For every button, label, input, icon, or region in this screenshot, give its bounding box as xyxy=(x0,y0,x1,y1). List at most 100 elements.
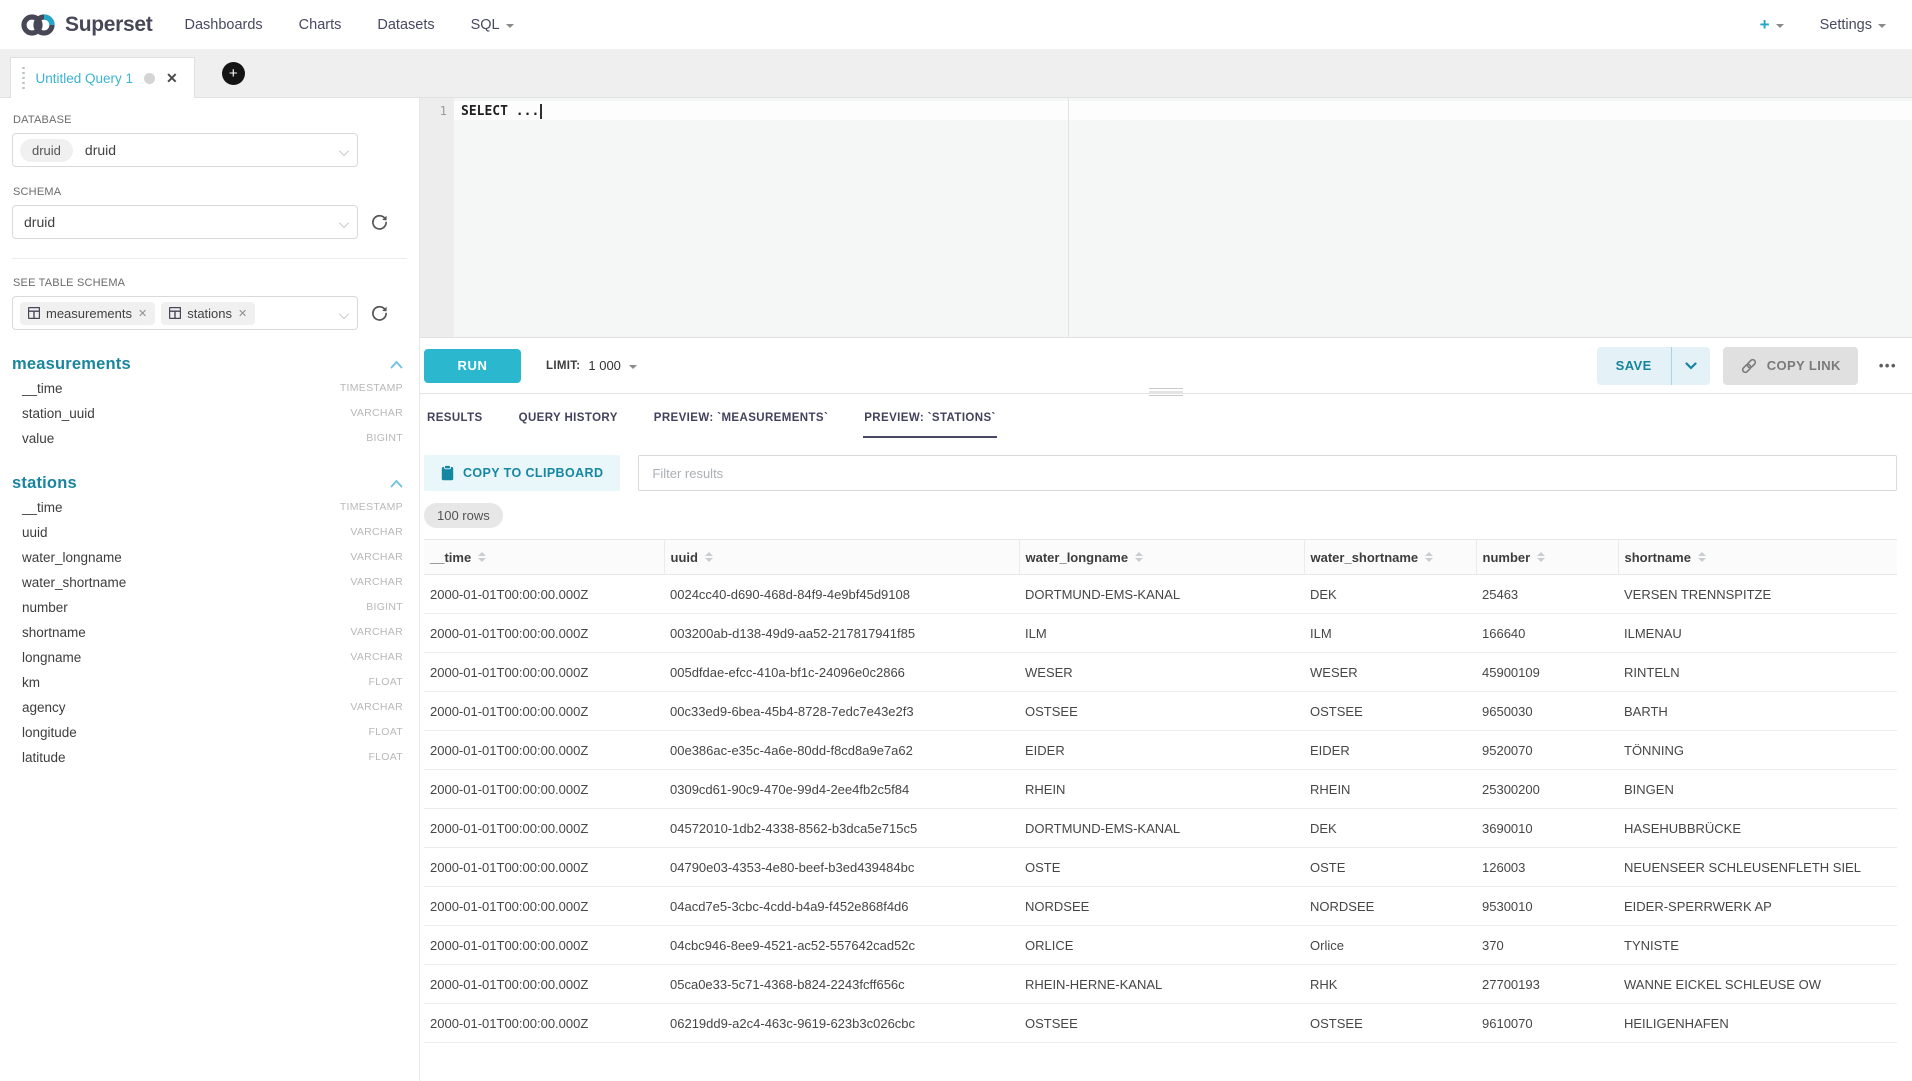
nav-item-dashboards[interactable]: Dashboards xyxy=(184,17,262,33)
column-name: station_uuid xyxy=(22,406,95,421)
table-cell: RINTELN xyxy=(1618,653,1897,692)
save-options-button[interactable] xyxy=(1672,347,1710,385)
sort-desc-icon xyxy=(705,558,713,562)
text-cursor xyxy=(540,104,542,119)
column-name: number xyxy=(22,600,68,615)
table-row: 2000-01-01T00:00:00.000Z005dfdae-efcc-41… xyxy=(424,653,1897,692)
column-header-shortname[interactable]: shortname xyxy=(1618,540,1897,575)
sort-desc-icon xyxy=(478,558,486,562)
sort-icon[interactable] xyxy=(478,552,486,562)
table-cell: 2000-01-01T00:00:00.000Z xyxy=(424,575,664,614)
column-header-label: shortname xyxy=(1625,550,1691,565)
schema-select-value: druid xyxy=(24,214,55,230)
table-cell: 04cbc946-8ee9-4521-ac52-557642cad52c xyxy=(664,926,1019,965)
new-item-menu-label: + xyxy=(1760,15,1770,35)
copy-link-button[interactable]: COPY LINK xyxy=(1723,347,1858,385)
results-tab-query-history[interactable]: QUERY HISTORY xyxy=(518,406,619,438)
navbar-right: + Settings xyxy=(1760,15,1886,35)
sort-icon[interactable] xyxy=(705,552,713,562)
table-icon xyxy=(169,307,181,319)
nav-item-charts[interactable]: Charts xyxy=(299,17,342,33)
schema-header-stations[interactable]: stations xyxy=(12,474,407,493)
database-engine-badge: druid xyxy=(20,139,73,162)
query-tab-strip: Untitled Query 1 ✕ + xyxy=(0,50,1912,98)
nav-item-datasets[interactable]: Datasets xyxy=(377,17,434,33)
table-row: 2000-01-01T00:00:00.000Z06219dd9-a2c4-46… xyxy=(424,1004,1897,1043)
editor-code-area[interactable]: SELECT ... xyxy=(454,98,1912,337)
save-button[interactable]: SAVE xyxy=(1597,347,1671,385)
schema-select[interactable]: druid xyxy=(12,205,358,239)
caret-down-icon xyxy=(1776,24,1784,28)
table-cell: 126003 xyxy=(1476,848,1618,887)
run-query-button[interactable]: RUN xyxy=(424,349,521,383)
table-cell: TYNISTE xyxy=(1618,926,1897,965)
column-type: FLOAT xyxy=(368,751,403,763)
results-tab-preview-stations[interactable]: PREVIEW: `STATIONS` xyxy=(863,406,997,438)
table-chip-measurements[interactable]: measurements✕ xyxy=(20,302,155,325)
table-chip-label: stations xyxy=(187,306,232,321)
table-schema-select[interactable]: measurements✕ stations ✕ xyxy=(12,296,358,330)
schema-header-measurements[interactable]: measurements xyxy=(12,355,407,374)
sort-asc-icon xyxy=(1425,552,1433,556)
save-query-split-button[interactable]: SAVE xyxy=(1597,347,1710,385)
copy-to-clipboard-button[interactable]: COPY TO CLIPBOARD xyxy=(424,455,620,491)
schema-column-row: longnameVARCHAR xyxy=(12,646,407,668)
filter-results-input[interactable] xyxy=(638,455,1897,491)
new-item-menu[interactable]: + xyxy=(1760,15,1784,35)
schema-column-row: __time TIMESTAMP xyxy=(12,496,407,518)
remove-chip-icon[interactable]: ✕ xyxy=(238,307,247,320)
chevron-up-icon[interactable] xyxy=(390,479,403,488)
sort-icon[interactable] xyxy=(1135,552,1143,562)
table-schema-list: measurements__timeTIMESTAMPstation_uuidV… xyxy=(12,355,407,768)
column-type: TIMESTAMP xyxy=(340,382,403,394)
query-tab-untitled-query-1[interactable]: Untitled Query 1 ✕ xyxy=(10,57,195,98)
table-cell: 166640 xyxy=(1476,614,1618,653)
schema-column-row: uuidVARCHAR xyxy=(12,521,407,543)
schema-column-row: longitudeFLOAT xyxy=(12,721,407,743)
column-name: __time xyxy=(22,500,63,515)
pane-resize-handle[interactable] xyxy=(1149,388,1183,396)
database-select[interactable]: druid druid xyxy=(12,133,358,167)
column-header-water-longname[interactable]: water_longname xyxy=(1019,540,1304,575)
column-type: TIMESTAMP xyxy=(340,501,403,513)
results-tab-results[interactable]: RESULTS xyxy=(426,406,484,438)
table-chip-stations[interactable]: stations ✕ xyxy=(161,302,255,325)
column-name: water_shortname xyxy=(22,575,126,590)
close-tab-icon[interactable]: ✕ xyxy=(166,71,178,85)
brand-name: Superset xyxy=(65,13,152,37)
column-header-time[interactable]: __time xyxy=(424,540,664,575)
table-cell: HEILIGENHAFEN xyxy=(1618,1004,1897,1043)
superset-logo[interactable]: Superset xyxy=(20,10,152,40)
table-cell: WESER xyxy=(1304,653,1476,692)
refresh-tables-button[interactable] xyxy=(367,301,391,325)
table-cell: ILM xyxy=(1304,614,1476,653)
column-name: shortname xyxy=(22,625,86,640)
table-row: 2000-01-01T00:00:00.000Z00e386ac-e35c-4a… xyxy=(424,731,1897,770)
table-row: 2000-01-01T00:00:00.000Z00c33ed9-6bea-45… xyxy=(424,692,1897,731)
column-type: FLOAT xyxy=(368,726,403,738)
sql-editor[interactable]: 1 SELECT ... xyxy=(420,98,1912,338)
nav-item-settings[interactable]: Settings xyxy=(1820,17,1886,33)
table-cell: NORDSEE xyxy=(1304,887,1476,926)
tab-drag-handle-icon[interactable] xyxy=(22,67,25,90)
column-header-water-shortname[interactable]: water_shortname xyxy=(1304,540,1476,575)
column-name: longname xyxy=(22,650,81,665)
refresh-schemas-button[interactable] xyxy=(367,210,391,234)
limit-dropdown[interactable]: LIMIT: 1 000 xyxy=(546,358,637,373)
column-header-number[interactable]: number xyxy=(1476,540,1618,575)
new-query-tab-button[interactable]: + xyxy=(222,62,245,85)
results-tab-preview-measurements[interactable]: PREVIEW: `MEASUREMENTS` xyxy=(653,406,829,438)
sort-icon[interactable] xyxy=(1425,552,1433,562)
table-cell: 9520070 xyxy=(1476,731,1618,770)
column-header-uuid[interactable]: uuid xyxy=(664,540,1019,575)
chevron-up-icon[interactable] xyxy=(390,360,403,369)
remove-chip-icon[interactable]: ✕ xyxy=(138,307,147,320)
more-actions-button[interactable]: ••• xyxy=(1879,358,1897,373)
copy-link-label: COPY LINK xyxy=(1767,358,1841,373)
sort-icon[interactable] xyxy=(1537,552,1545,562)
sort-icon[interactable] xyxy=(1698,552,1706,562)
table-cell: ILM xyxy=(1019,614,1304,653)
table-row: 2000-01-01T00:00:00.000Z0024cc40-d690-46… xyxy=(424,575,1897,614)
nav-item-sql[interactable]: SQL xyxy=(471,17,514,33)
limit-label: LIMIT: xyxy=(546,360,580,372)
